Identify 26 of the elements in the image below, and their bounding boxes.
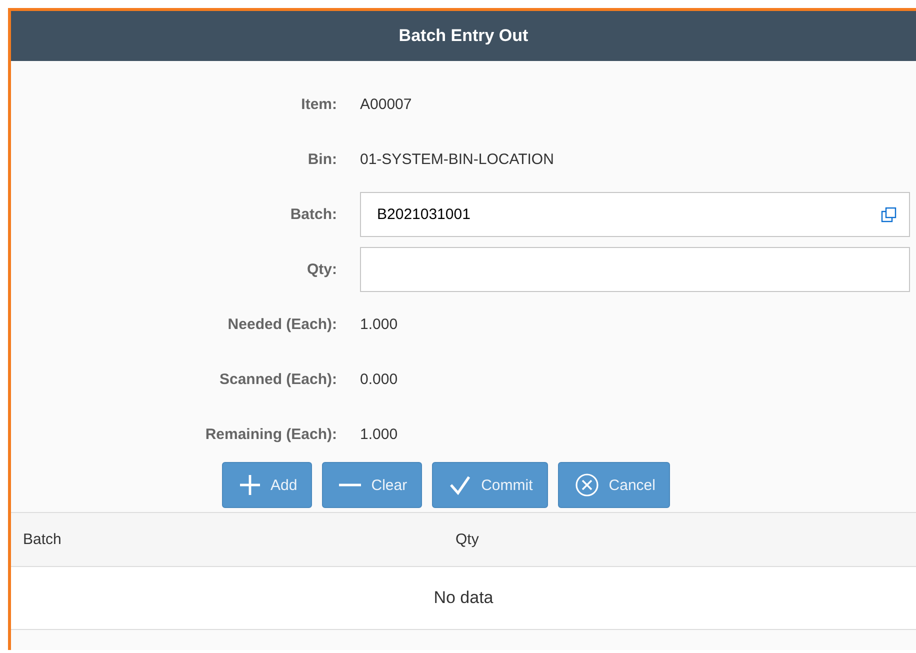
cancel-icon [574,473,599,497]
field-label: Needed (Each): [226,316,337,333]
commit-button[interactable]: Commit [432,462,548,508]
input-field[interactable]: B2021031001 [360,192,910,237]
field-value: 1.000 [360,426,399,443]
field-label: Scanned (Each): [218,371,337,388]
add-button[interactable]: Add [222,462,312,508]
checkmark-icon [449,475,472,495]
field-label: Remaining (Each): [204,426,337,443]
cancel-button[interactable]: Cancel [558,462,670,508]
field-value: 1.000 [360,316,399,333]
field-label: Bin: [306,151,337,168]
plus-icon [238,474,261,496]
clear-button[interactable]: Clear [322,462,422,508]
column-header[interactable]: Qty [452,531,479,548]
field-value: 0.000 [360,371,399,388]
field-label: Qty: [306,261,337,278]
field-value: 01-SYSTEM-BIN-LOCATION [360,151,555,168]
field-label: Batch: [289,206,337,223]
minus-icon [339,483,362,487]
window-title: Batch Entry Out [398,26,528,46]
input-field[interactable] [360,247,910,292]
field-label: Item: [300,96,337,113]
value-help-icon[interactable] [881,206,897,222]
empty-message: No data [434,588,494,608]
field-value: A00007 [360,96,413,113]
